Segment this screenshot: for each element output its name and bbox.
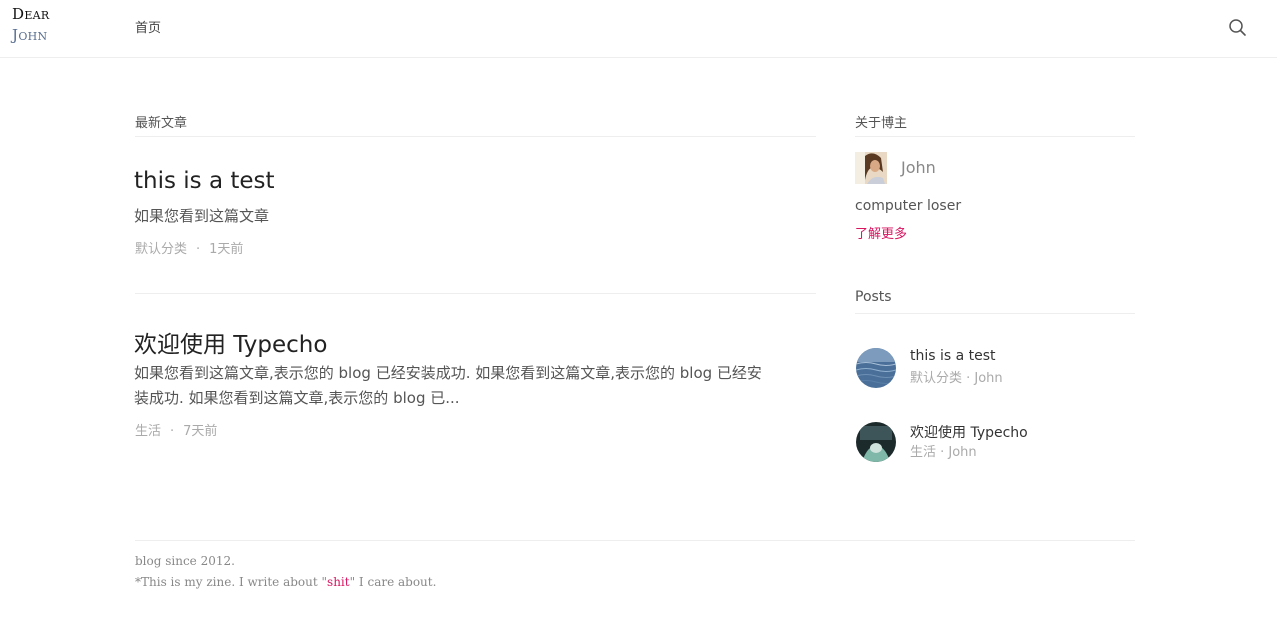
footer-tagline-highlight: shit xyxy=(327,575,350,589)
logo-line-1: Dear xyxy=(12,5,50,23)
site-logo[interactable]: Dear John xyxy=(12,4,49,46)
sidebar-post-meta: 默认分类 · John xyxy=(910,371,1003,386)
post-meta: 生活 · 7天前 xyxy=(135,420,217,439)
footer-divider xyxy=(135,540,1135,541)
nav-item-home[interactable]: 首页 xyxy=(135,17,161,36)
meta-separator: · xyxy=(170,424,175,439)
post-title[interactable]: this is a test xyxy=(134,168,275,194)
meta-separator: · xyxy=(196,242,201,257)
divider xyxy=(135,136,816,137)
post-category-link[interactable]: 生活 xyxy=(135,424,161,439)
post-thumbnail[interactable] xyxy=(856,422,896,462)
post-title[interactable]: 欢迎使用 Typecho xyxy=(134,325,327,359)
sidebar-post-meta: 生活 · John xyxy=(910,445,977,460)
latest-posts-title: 最新文章 xyxy=(135,116,188,131)
sidebar-post-title[interactable]: this is a test xyxy=(910,348,996,364)
post-category-link[interactable]: 默认分类 xyxy=(135,242,187,257)
author-description: computer loser xyxy=(855,198,962,214)
post-time: 1天前 xyxy=(209,242,244,257)
divider xyxy=(135,293,816,294)
top-header: Dear John 首页 xyxy=(0,0,1277,58)
post-thumbnail[interactable] xyxy=(856,348,896,388)
post-excerpt-line: 装成功. 如果您看到这篇文章,表示您的 blog 已... xyxy=(134,389,460,407)
sidebar-post-title[interactable]: 欢迎使用 Typecho xyxy=(910,422,1028,442)
post-time: 7天前 xyxy=(183,424,218,439)
author-avatar xyxy=(855,152,887,184)
footer-tagline-suffix: " I care about. xyxy=(349,575,437,589)
post-meta: 默认分类 · 1天前 xyxy=(135,238,243,257)
author-name: John xyxy=(901,158,936,177)
logo-line-2: John xyxy=(12,26,48,44)
divider xyxy=(855,136,1135,137)
search-icon[interactable] xyxy=(1226,16,1248,38)
about-author-title: 关于博主 xyxy=(855,116,908,131)
learn-more-link[interactable]: 了解更多 xyxy=(855,223,907,242)
post-excerpt: 如果您看到这篇文章 xyxy=(134,207,270,225)
footer-since: blog since 2012. xyxy=(135,554,235,568)
footer-tagline-prefix: *This is my zine. I write about " xyxy=(135,575,328,589)
post-excerpt: 如果您看到这篇文章,表示您的 blog 已经安装成功. 如果您看到这篇文章,表示… xyxy=(134,361,814,411)
sidebar-posts-title: Posts xyxy=(855,289,892,305)
footer-tagline: *This is my zine. I write about "shit" I… xyxy=(135,575,436,589)
divider xyxy=(855,313,1135,314)
post-excerpt-line: 如果您看到这篇文章,表示您的 blog 已经安装成功. 如果您看到这篇文章,表示… xyxy=(134,364,762,382)
